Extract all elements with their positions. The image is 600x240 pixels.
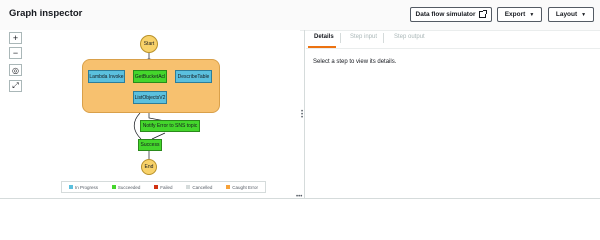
legend-label: Caught Error (232, 184, 259, 190)
layout-label: Layout (555, 11, 578, 18)
legend-item: Caught Error (226, 185, 258, 190)
bottom-resize-bar[interactable]: ••• (0, 194, 600, 205)
succeeded-swatch (111, 185, 116, 189)
center-graph-button[interactable]: ◎ (9, 64, 22, 76)
legend-item: In Progress (68, 184, 98, 190)
success-node[interactable]: Success (138, 139, 162, 151)
listobjectsv2-node[interactable]: ListObjectsV2 (133, 91, 167, 104)
parallel-state-group[interactable] (82, 59, 220, 113)
details-empty-message: Select a step to view its details. (313, 59, 397, 65)
plus-icon: + (12, 33, 19, 43)
failed-swatch (154, 185, 159, 189)
caret-down-icon: ▼ (529, 11, 535, 18)
status-legend: In Progress Succeeded Failed Cancelled C… (61, 181, 266, 193)
export-label: Export (504, 11, 526, 18)
start-label: Start (143, 41, 155, 47)
target-icon: ◎ (12, 65, 19, 75)
legend-item: Cancelled (186, 185, 212, 190)
caret-down-icon: ▼ (581, 11, 587, 18)
horizontal-resize-handle-icon[interactable]: ••• (296, 194, 302, 200)
in-progress-swatch (68, 185, 73, 189)
end-label: End (144, 164, 154, 170)
graph-inspector-header: Graph inspector Data flow simulator Expo… (0, 0, 600, 31)
node-label: Notify Error to SNS topic (142, 123, 198, 129)
legend-label: Failed (160, 184, 173, 190)
page-title: Graph inspector (9, 8, 83, 19)
describetable-node[interactable]: DescribeTable (175, 70, 212, 83)
node-label: Success (140, 142, 160, 148)
minus-icon: − (12, 48, 19, 58)
legend-label: Succeeded (117, 184, 141, 190)
tab-details[interactable]: Details (314, 34, 334, 40)
details-tabs: Details Step input Step output (306, 30, 600, 49)
lambda-invoke-node[interactable]: Lambda Invoke (88, 70, 125, 83)
cancelled-swatch (186, 185, 191, 189)
legend-item: Succeeded (111, 184, 141, 190)
legend-label: In Progress (74, 184, 98, 190)
vertical-resize-handle-icon[interactable]: • • • (301, 109, 303, 121)
fit-graph-button[interactable]: ⤢ (9, 80, 22, 92)
end-node[interactable]: End (141, 159, 157, 175)
active-tab-indicator (308, 46, 336, 48)
external-link-icon (479, 10, 488, 18)
legend-label: Cancelled (192, 184, 213, 190)
data-flow-simulator-button[interactable]: Data flow simulator (410, 7, 492, 22)
tab-divider (340, 33, 341, 43)
tab-step-input[interactable]: Step input (350, 34, 377, 40)
fit-to-screen-icon: ⤢ (12, 81, 19, 90)
panel-splitter[interactable] (304, 30, 305, 198)
getbucketacl-node[interactable]: GetBucketAcl (133, 70, 167, 83)
node-label: ListObjectsV2 (134, 94, 166, 101)
layout-button[interactable]: Layout ▼ (548, 7, 594, 22)
node-label: Lambda Invoke (89, 73, 124, 80)
tab-step-output[interactable]: Step output (394, 34, 425, 40)
node-label: GetBucketAcl (134, 73, 166, 80)
caught-error-swatch (226, 185, 231, 189)
notify-error-node[interactable]: Notify Error to SNS topic (140, 120, 200, 132)
zoom-in-button[interactable]: + (9, 32, 22, 44)
zoom-out-button[interactable]: − (9, 47, 22, 59)
start-node[interactable]: Start (140, 35, 158, 53)
export-button[interactable]: Export ▼ (497, 7, 542, 22)
legend-item: Failed (154, 184, 173, 190)
data-flow-simulator-label: Data flow simulator (415, 11, 476, 18)
tab-divider (383, 33, 384, 43)
node-label: DescribeTable (177, 73, 210, 80)
